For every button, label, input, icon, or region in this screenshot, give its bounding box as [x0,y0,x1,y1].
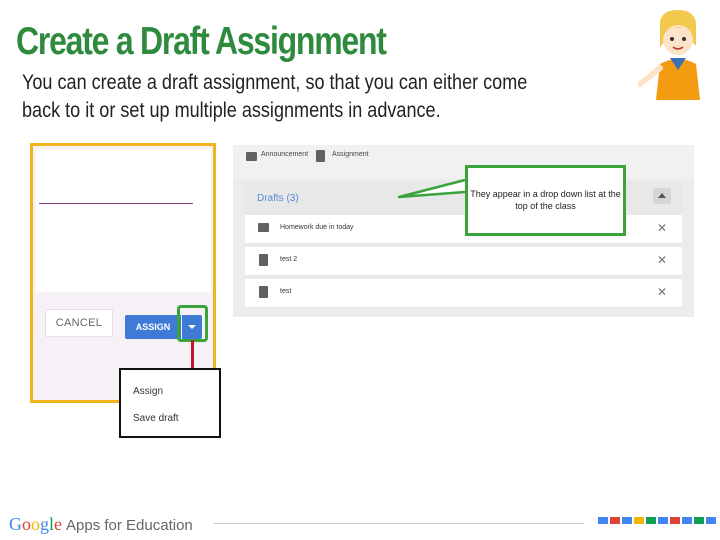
dialog-content-area [36,149,211,292]
callout-box: They appear in a drop down list at the t… [465,165,626,236]
draft-label: test 2 [280,256,298,263]
color-squares-decoration [598,517,716,524]
collapse-drafts-button[interactable] [653,188,671,204]
menu-item-save-draft[interactable]: Save draft [133,413,179,424]
assignment-icon [259,286,268,298]
title-input-underline[interactable] [39,203,193,204]
footer-logo: Google Apps for Education [9,514,193,535]
assignment-icon [259,254,268,266]
assign-dropdown-menu: Assign Save draft [119,368,221,438]
google-wordmark: Google [9,514,63,534]
footer-divider [214,523,584,524]
assignment-dialog: CANCEL ASSIGN [30,143,216,403]
assignment-option[interactable]: Assignment [332,151,369,158]
close-icon[interactable]: ✕ [657,221,667,235]
draft-label: Homework due in today [280,224,354,231]
announcement-option[interactable]: Announcement [261,151,308,158]
dropdown-highlight-box [177,305,208,342]
assign-button[interactable]: ASSIGN [125,315,181,339]
chat-icon [258,223,269,232]
callout-pointer [397,178,466,199]
draft-row[interactable]: test 2 ✕ [245,247,682,276]
assignment-icon [316,150,325,162]
cancel-button[interactable]: CANCEL [45,309,113,337]
close-icon[interactable]: ✕ [657,285,667,299]
slide-title: Create a Draft Assignment [16,20,387,63]
slide-subtitle: You can create a draft assignment, so th… [22,71,528,122]
draft-label: test [280,288,292,295]
chat-icon [246,152,257,161]
chevron-up-icon [658,193,666,198]
menu-item-assign[interactable]: Assign [133,386,163,397]
mascot-illustration [638,10,700,100]
drafts-title: Drafts (3) [257,193,299,204]
apps-for-education-text: Apps for Education [66,517,193,534]
draft-row[interactable]: test ✕ [245,279,682,308]
close-icon[interactable]: ✕ [657,253,667,267]
